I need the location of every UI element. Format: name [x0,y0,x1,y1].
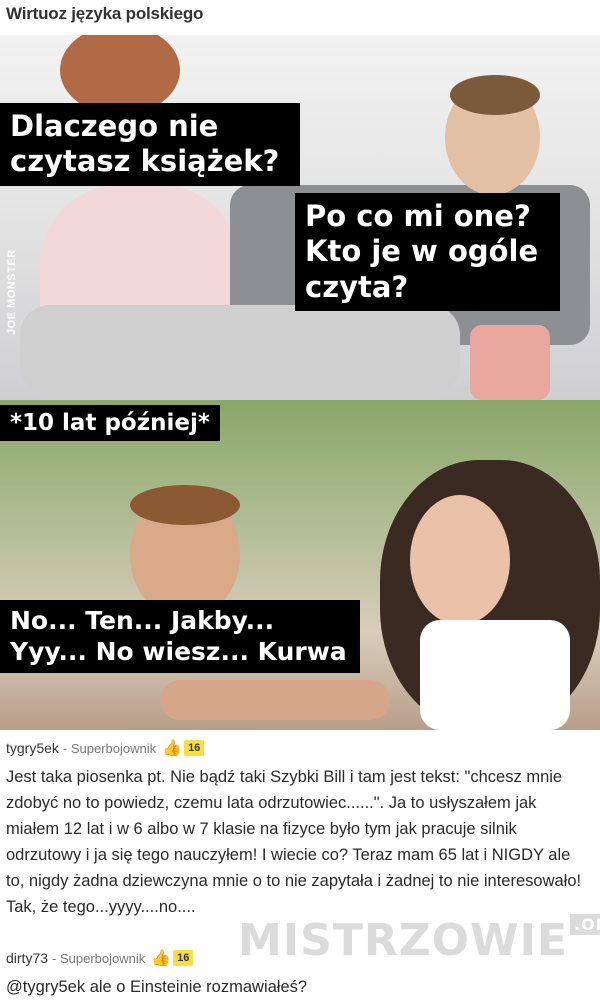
comment-text: @tygry5ek ale o Einsteinie rozmawiałeś? [6,978,308,996]
watermark-tld: .ORG [570,914,600,935]
legs [20,305,460,395]
pillow [470,325,550,400]
caption-later: *10 lat później* [0,405,220,442]
post-title: Wirtuoz języka polskiego [6,4,204,23]
comment-role: - Superbojownik [52,950,146,966]
caption-man: No... Ten... Jakby... Yyy... No wiesz...… [0,600,360,673]
hands [160,680,390,720]
panel-couple [0,400,600,730]
vote-count-badge: 16 [173,950,194,966]
man-hair [130,485,240,525]
woman-face [410,495,510,625]
woman-shirt [420,620,570,730]
comment-username[interactable]: tygry5ek [6,740,59,756]
watermark-name: MISTRZOWIE [238,915,569,966]
comment-role: - Superbojownik [62,740,157,756]
meme-image: Dlaczego nie czytasz książek? Po co mi o… [0,35,600,730]
comment-username[interactable]: dirty73 [6,950,48,966]
comment-header: tygry5ek - Superbojownik 👍 16 [0,738,600,758]
comment-text: Jest taka piosenka pt. Nie bądź taki Szy… [6,768,582,917]
son-hair [450,75,540,115]
comment-1: tygry5ek - Superbojownik 👍 16 Jest taka … [0,738,600,920]
caption-son: Po co mi one? Kto je w ogóle czyta? [295,193,560,312]
vote-count-badge: 16 [184,740,205,756]
site-watermark: MISTRZOWIE.ORG [238,914,600,966]
caption-mother: Dlaczego nie czytasz książek? [0,103,300,186]
thumbs-up-icon[interactable]: 👍 [151,948,171,968]
side-watermark: JOE MONSTER [6,249,18,335]
thumbs-up-icon[interactable]: 👍 [162,738,182,758]
